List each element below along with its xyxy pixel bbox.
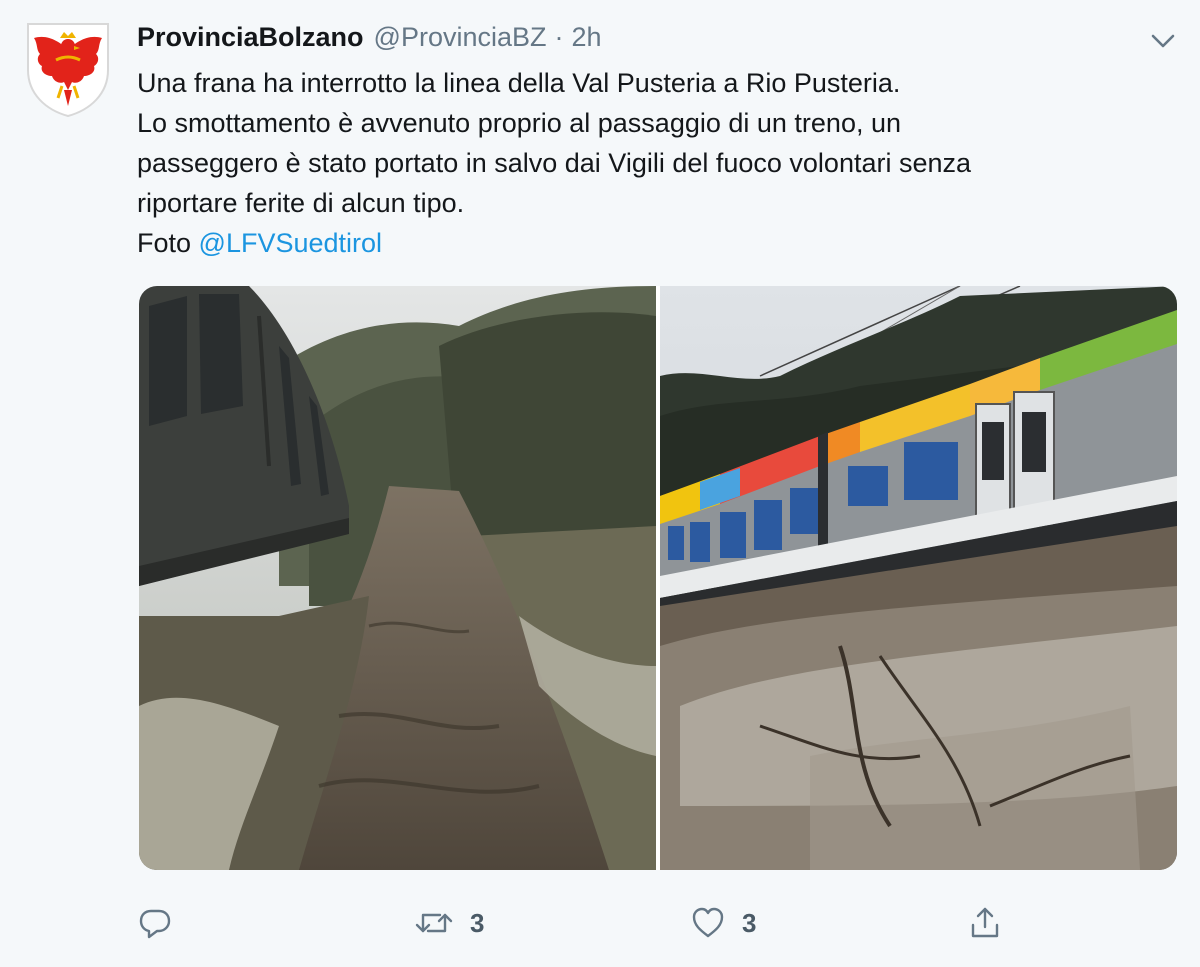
tweet-text-line: Una frana ha interrotto la linea della V… <box>137 68 901 98</box>
tweet-text-line: riportare ferite di alcun tipo. <box>137 188 465 218</box>
reply-icon <box>139 909 171 939</box>
mention-link[interactable]: @LFVSuedtirol <box>199 228 383 258</box>
reply-button[interactable] <box>137 900 189 946</box>
retweet-icon <box>415 913 453 933</box>
like-button[interactable]: 3 <box>690 900 756 946</box>
photo-colorful-train[interactable] <box>660 286 1177 870</box>
tweet-actions: 3 3 <box>137 900 1017 946</box>
author-name[interactable]: ProvinciaBolzano <box>137 22 364 53</box>
photo-credit-line: Foto @LFVSuedtirol <box>137 223 1177 263</box>
tweet-text-line: passeggero è stato portato in salvo dai … <box>137 148 972 178</box>
separator-dot: · <box>554 22 564 52</box>
chevron-down-icon <box>1151 34 1175 48</box>
photo-credit-prefix: Foto <box>137 228 199 258</box>
author-handle[interactable]: @ProvinciaBZ <box>374 22 547 53</box>
photo-landslide-mud[interactable] <box>139 286 656 870</box>
tweet-header: ProvinciaBolzano @ProvinciaBZ · 2h <box>137 22 602 58</box>
tweet-timestamp[interactable]: 2h <box>572 22 602 53</box>
train-photo-image <box>660 286 1177 870</box>
heart-icon <box>692 907 724 938</box>
tweet-text-line: Lo smottamento è avvenuto proprio al pas… <box>137 108 901 138</box>
tweet-text: Una frana ha interrotto la linea della V… <box>137 63 1177 263</box>
tweet-menu-button[interactable] <box>1148 26 1178 56</box>
avatar[interactable] <box>24 20 112 118</box>
share-icon <box>971 907 999 938</box>
provincia-crest-icon <box>27 23 109 118</box>
share-button[interactable] <box>967 900 1019 946</box>
retweet-button[interactable]: 3 <box>414 900 484 946</box>
retweet-count: 3 <box>470 907 485 938</box>
like-count: 3 <box>742 907 757 938</box>
media-grid <box>139 286 1177 870</box>
landslide-photo-image <box>139 286 656 870</box>
